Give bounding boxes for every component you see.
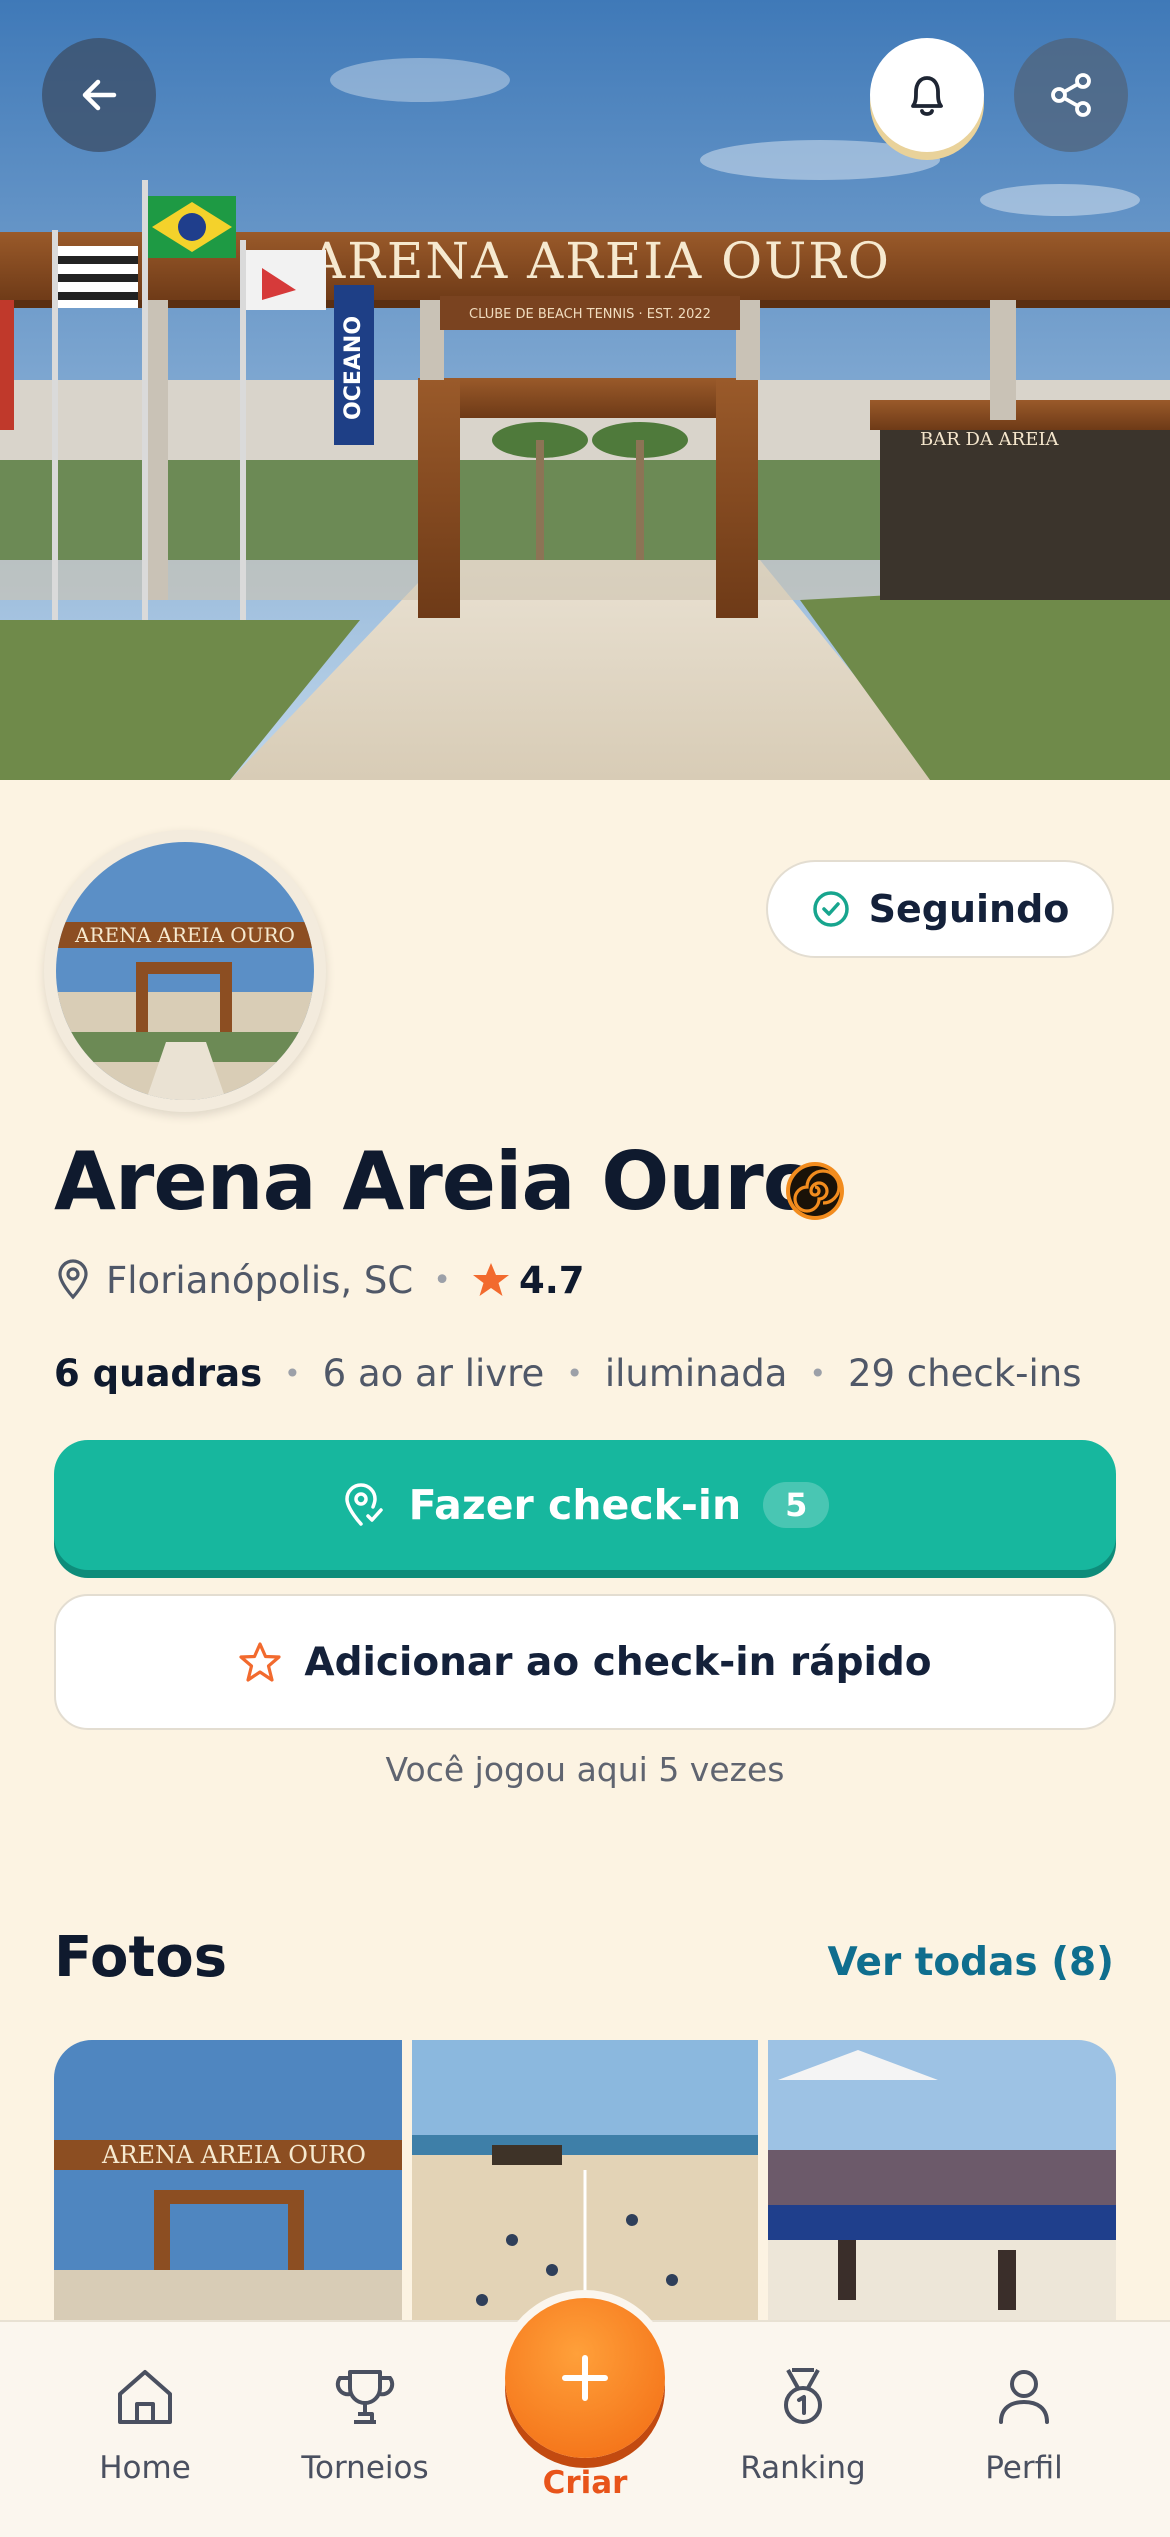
create-button[interactable] — [505, 2298, 665, 2458]
bar-sign-text: BAR DA AREIA — [920, 429, 1059, 450]
location-check-icon — [344, 1483, 383, 1526]
check-circle-icon — [812, 891, 849, 927]
spiral-badge-icon — [786, 1162, 844, 1220]
user-icon — [999, 2370, 1049, 2424]
nav-ranking-label: Ranking — [740, 2450, 866, 2486]
share-button[interactable] — [1014, 38, 1128, 152]
checkin-button[interactable]: Fazer check-in 5 — [54, 1440, 1116, 1570]
nav-home[interactable]: Home — [55, 2362, 235, 2486]
following-label: Seguindo — [868, 887, 1070, 931]
back-button[interactable] — [42, 38, 156, 152]
hero-sign-text: ARENA AREIA OURO — [308, 232, 891, 290]
trophy-icon — [335, 2370, 395, 2424]
hero-sign-subtext: CLUBE DE BEACH TENNIS · EST. 2022 — [469, 307, 711, 322]
nav-profile[interactable]: Perfil — [934, 2362, 1114, 2486]
share-icon — [1051, 73, 1091, 117]
medal-icon — [784, 2368, 822, 2424]
location-pin-icon — [58, 1259, 88, 1300]
photo-thumbnail[interactable]: ARENA AREIA OURO — [54, 2040, 402, 2340]
rating-value: 4.7 — [518, 1258, 585, 1302]
checkin-count-badge: 5 — [763, 1482, 830, 1528]
create-label: Criar — [542, 2465, 628, 2501]
photos-section-title: Fotos — [54, 1925, 228, 1990]
photo-sign-text: ARENA AREIA OURO — [101, 2141, 366, 2169]
nav-ranking[interactable]: Ranking — [713, 2362, 893, 2486]
location-rating-row: Florianópolis, SC • 4.7 — [54, 1255, 585, 1305]
nav-profile-label: Perfil — [985, 2450, 1063, 2486]
arrow-left-icon — [82, 79, 117, 111]
separator-dot: • — [809, 1356, 826, 1390]
add-quick-checkin-button[interactable]: Adicionar ao check-in rápido — [54, 1594, 1116, 1730]
venue-stats-row: 6 quadras • 6 ao ar livre • iluminada • … — [54, 1345, 1082, 1401]
plus-icon — [562, 2355, 608, 2401]
hero-banner-text: OCEANO — [341, 316, 366, 420]
outdoor-courts: 6 ao ar livre — [322, 1351, 545, 1395]
see-all-photos-link[interactable]: Ver todas (8) — [827, 1940, 1114, 1985]
star-icon — [472, 1263, 509, 1296]
bell-icon — [911, 76, 943, 116]
separator-dot: • — [284, 1356, 301, 1390]
star-outline-icon — [239, 1642, 282, 1682]
lighting-info: iluminada — [604, 1351, 788, 1395]
courts-count: 6 quadras — [54, 1351, 263, 1395]
avatar-sign-text: ARENA AREIA OURO — [74, 923, 295, 947]
photo-thumbnail[interactable] — [768, 2040, 1116, 2340]
following-button[interactable]: Seguindo — [766, 860, 1114, 958]
checkin-label: Fazer check-in — [408, 1481, 742, 1529]
nav-tournaments[interactable]: Torneios — [275, 2362, 455, 2486]
separator-dot: • — [566, 1356, 583, 1390]
nav-tournaments-label: Torneios — [301, 2450, 429, 2486]
venue-name: Arena Areia Ouro — [54, 1135, 818, 1228]
hero-photo: BAR DA AREIA ARENA AREIA OURO CLUBE DE B… — [0, 0, 1170, 780]
quick-checkin-label: Adicionar ao check-in rápido — [304, 1639, 932, 1685]
location-text: Florianópolis, SC — [106, 1258, 414, 1302]
notifications-button[interactable] — [870, 38, 984, 152]
separator-dot: • — [433, 1262, 451, 1298]
nav-home-label: Home — [99, 2450, 191, 2486]
checkins-count: 29 check-ins — [847, 1351, 1082, 1395]
home-icon — [118, 2370, 172, 2424]
venue-avatar: ARENA AREIA OURO — [44, 830, 326, 1112]
played-count-note: Você jogou aqui 5 vezes — [385, 1750, 785, 1789]
